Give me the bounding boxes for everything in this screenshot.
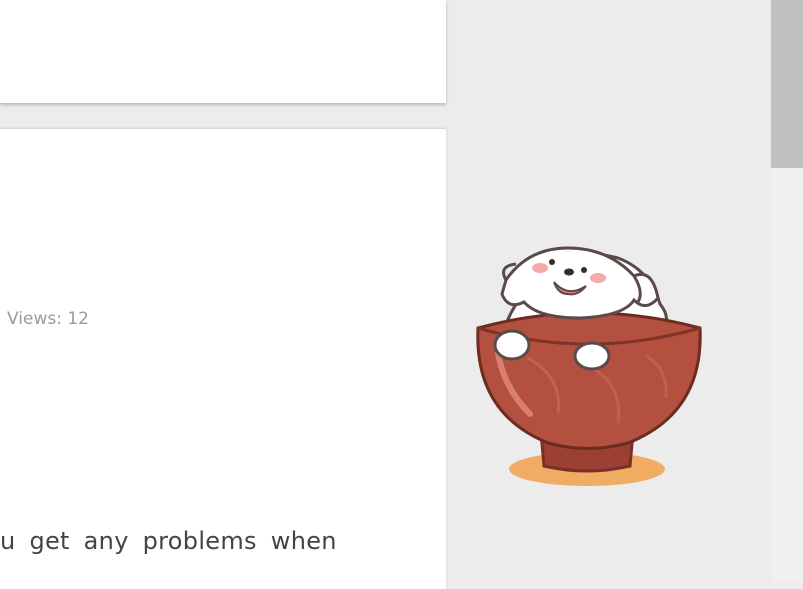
post-body-text: u get any problems when xyxy=(0,527,337,555)
scrollbar-thumb[interactable] xyxy=(771,0,803,168)
previous-post-card xyxy=(0,0,446,103)
view-count: Views: 12 xyxy=(7,309,89,329)
post-card xyxy=(0,129,446,589)
dog-in-bowl-icon xyxy=(476,246,702,486)
